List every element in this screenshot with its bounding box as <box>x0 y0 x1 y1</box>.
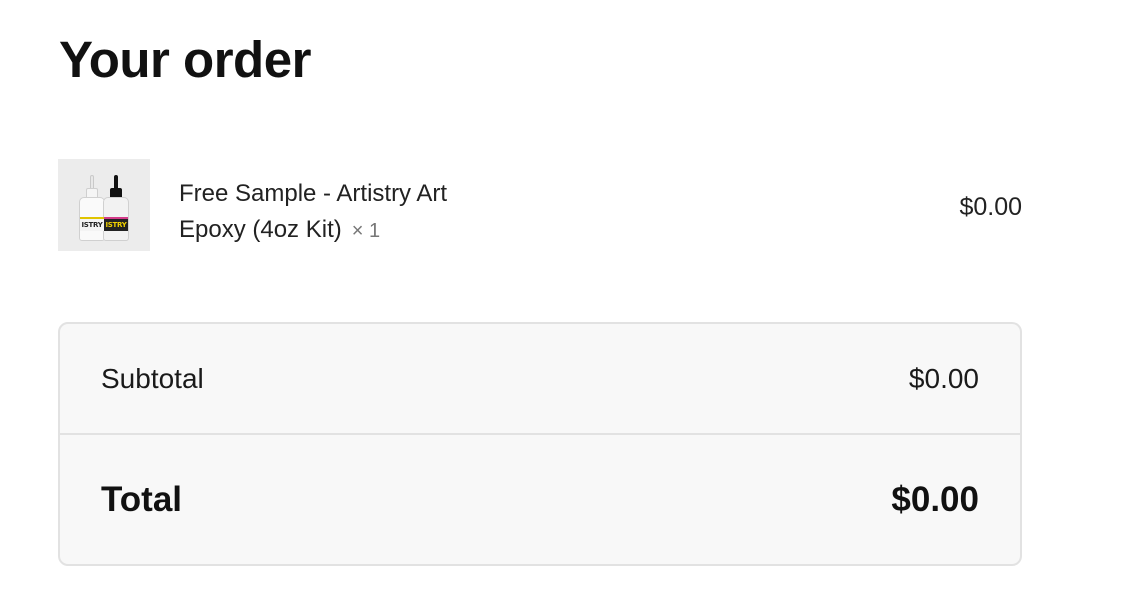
total-value: $0.00 <box>891 480 979 519</box>
order-summary-page: Your order ISTRY ISTRY Free Sample - Art… <box>0 0 1144 600</box>
product-name: Free Sample - Artistry Art Epoxy (4oz Ki… <box>179 180 448 243</box>
subtotal-value: $0.00 <box>908 363 979 394</box>
bottle-label: ISTRY <box>104 217 128 231</box>
order-line-item: ISTRY ISTRY Free Sample - Artistry Art E… <box>58 159 1022 251</box>
order-totals-box: Subtotal $0.00 Total $0.00 <box>58 322 1022 566</box>
total-row: Total $0.00 <box>60 435 1020 565</box>
subtotal-row: Subtotal $0.00 <box>60 324 1020 434</box>
page-title: Your order <box>59 31 311 88</box>
product-image: ISTRY ISTRY <box>58 159 150 251</box>
subtotal-label: Subtotal <box>101 363 204 394</box>
total-label: Total <box>101 480 183 519</box>
product-name-block: Free Sample - Artistry Art Epoxy (4oz Ki… <box>179 176 509 249</box>
bottle-label: ISTRY <box>80 217 104 231</box>
product-price: $0.00 <box>959 193 1022 221</box>
product-quantity: × 1 <box>351 220 381 242</box>
